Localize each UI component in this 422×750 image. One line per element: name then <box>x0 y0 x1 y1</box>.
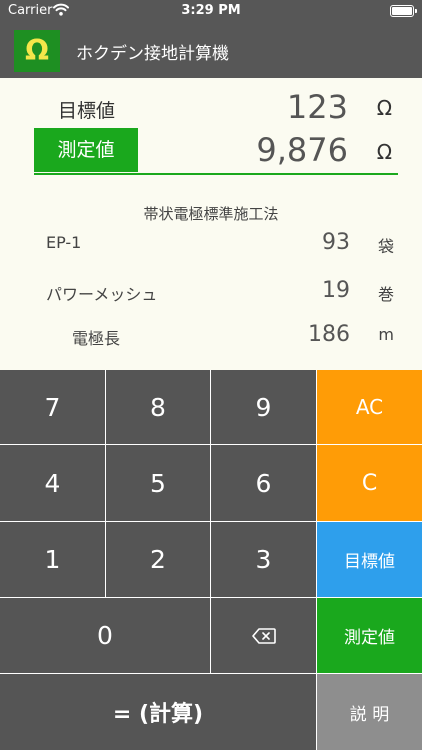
nav-bar: Ω ホクデン接地計算機 <box>0 22 422 78</box>
all-clear-button[interactable]: AC <box>317 370 422 444</box>
key-6[interactable]: 6 <box>211 445 316 521</box>
key-3[interactable]: 3 <box>211 522 316 597</box>
calculator-display: 目標値 123 Ω 測定値 9,876 Ω 帯状電極標準施工法 EP-1 93 … <box>0 78 422 370</box>
status-bar: Carrier 3:29 PM <box>0 0 422 22</box>
app-omega-icon: Ω <box>14 30 60 72</box>
key-9[interactable]: 9 <box>211 370 316 444</box>
result-value-ep1: 93 <box>322 230 350 255</box>
result-unit-power-mesh: 巻 <box>377 285 394 304</box>
target-value: 123 <box>286 88 348 126</box>
backspace-button[interactable] <box>211 598 316 673</box>
calculate-button[interactable]: = (計算) <box>0 674 316 750</box>
result-value-electrode-length: 186 <box>308 322 350 347</box>
key-0[interactable]: 0 <box>0 598 210 673</box>
backspace-icon <box>251 627 276 644</box>
method-title: 帯状電極標準施工法 <box>143 205 279 223</box>
target-label: 目標値 <box>58 100 116 122</box>
app-title: ホクデン接地計算機 <box>76 44 229 64</box>
help-button[interactable]: 説 明 <box>317 674 422 750</box>
measured-label: 測定値 <box>34 128 138 172</box>
measured-unit: Ω <box>376 140 392 164</box>
key-4[interactable]: 4 <box>0 445 105 521</box>
key-1[interactable]: 1 <box>0 522 105 597</box>
measured-underline <box>34 173 398 175</box>
key-7[interactable]: 7 <box>0 370 105 444</box>
result-label-ep1: EP-1 <box>46 233 82 252</box>
key-5[interactable]: 5 <box>106 445 210 521</box>
key-2[interactable]: 2 <box>106 522 210 597</box>
set-target-button[interactable]: 目標値 <box>317 522 422 597</box>
result-value-power-mesh: 19 <box>322 278 350 303</box>
key-8[interactable]: 8 <box>106 370 210 444</box>
target-unit: Ω <box>376 96 392 120</box>
result-label-power-mesh: パワーメッシュ <box>46 285 158 304</box>
keypad: 7 8 9 AC 4 5 6 C 1 2 3 目標値 0 測定値 = (計算) … <box>0 370 422 750</box>
clear-button[interactable]: C <box>317 445 422 521</box>
measured-value: 9,876 <box>256 131 348 169</box>
status-time: 3:29 PM <box>181 3 241 18</box>
result-label-electrode-length: 電極長 <box>72 329 121 348</box>
result-unit-ep1: 袋 <box>377 237 394 256</box>
battery-icon <box>390 5 417 17</box>
result-unit-electrode-length: m <box>378 325 394 344</box>
set-measured-button[interactable]: 測定値 <box>317 598 422 673</box>
